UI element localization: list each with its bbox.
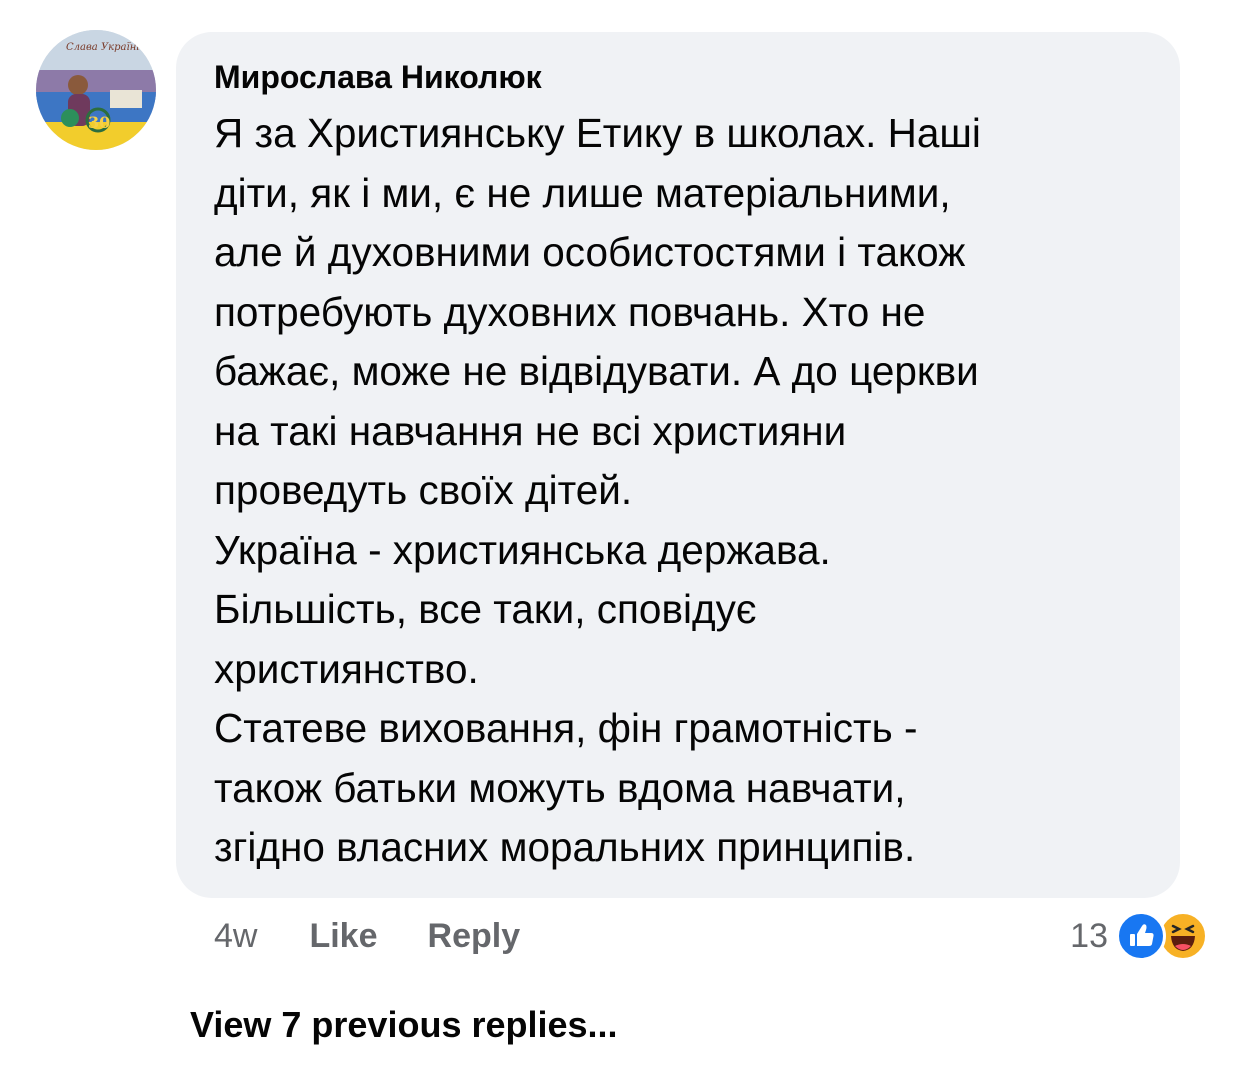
comment-text-line: Я за Християнську Етику в школах. Наші [214, 110, 981, 156]
view-previous-replies-link[interactable]: View 7 previous replies... [190, 1004, 618, 1046]
comment-timestamp[interactable]: 4w [214, 917, 257, 956]
comment-text-line: Статеве виховання, фін грамотність - [214, 705, 918, 751]
author-avatar[interactable]: 30 Слава Україні [36, 30, 156, 150]
comment-text-line: також батьки можуть вдома навчати, [214, 764, 906, 811]
comment-actions: 4w Like Reply [214, 914, 570, 958]
comment-text-line: Україна - християнська держава. [214, 526, 831, 573]
comment-text-line: потребують духовних повчань. Хто не [214, 288, 926, 335]
comment-text-line: діти, як і ми, є не лише матеріальними, [214, 169, 951, 216]
like-button[interactable]: Like [309, 917, 377, 956]
comment-text-line: але й духовними особистостями і також [214, 229, 966, 275]
like-icon [1116, 911, 1166, 961]
reply-button[interactable]: Reply [428, 917, 521, 956]
comment-text-line: християнство. [214, 645, 479, 692]
comment-text-line: Більшість, все таки, сповідує [214, 586, 757, 632]
svg-text:30: 30 [88, 113, 110, 132]
comment-text-line: згідно власних моральних принципів. [214, 824, 916, 870]
avatar-image: 30 Слава Україні [36, 30, 156, 150]
comment-text-line: проведуть своїх дітей. [214, 467, 633, 513]
comment-text-line: бажає, може не відвідувати. А до церкви [214, 348, 979, 394]
comment-bubble: Мирослава Николюк Я за Християнську Етик… [176, 32, 1180, 898]
comment-author[interactable]: Мирослава Николюк [214, 56, 1156, 98]
svg-text:Слава Україні: Слава Україні [66, 42, 140, 53]
comment-text-line: на такі навчання не всі християни [214, 407, 847, 454]
reaction-count: 13 [1070, 916, 1108, 955]
reaction-summary[interactable]: 13 [1070, 910, 1208, 962]
comment-body: Я за Християнську Етику в школах. Наші ді… [214, 104, 1156, 878]
